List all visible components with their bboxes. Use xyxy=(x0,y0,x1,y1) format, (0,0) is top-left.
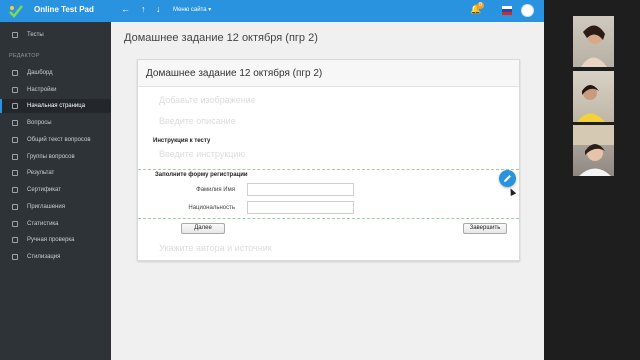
site-menu-label: Меню сайта xyxy=(173,7,207,13)
result-icon xyxy=(12,170,18,176)
questions-icon xyxy=(12,120,18,126)
app-window: Online Test Pad ← ↑ ↓ Меню сайта ▾ 🔔 8 Т… xyxy=(0,0,544,360)
participant-figure xyxy=(577,85,605,122)
sidebar-item-label: Результат xyxy=(27,170,55,176)
stats-icon xyxy=(12,221,18,227)
down-arrow-icon[interactable]: ↓ xyxy=(156,4,161,14)
tests-icon xyxy=(12,32,18,38)
sidebar-item-label: Сертификат xyxy=(27,187,61,193)
brand-name[interactable]: Online Test Pad xyxy=(34,5,94,14)
check-icon xyxy=(12,237,18,243)
card-header: Домашнее задание 12 октября (пгр 2) xyxy=(138,60,519,87)
next-button[interactable]: Далее xyxy=(181,223,225,234)
sidebar-item-label: Начальная страница xyxy=(27,103,86,109)
invite-icon xyxy=(12,204,18,210)
author-placeholder[interactable]: Укажите автора и источник xyxy=(159,243,272,253)
nationality-input[interactable] xyxy=(247,201,354,214)
sidebar-item-start-page[interactable]: Начальная страница xyxy=(0,99,111,113)
video-call-strip xyxy=(544,0,640,360)
sidebar-item-invitations[interactable]: Приглашения xyxy=(0,200,111,214)
sidebar-item-settings[interactable]: Настройки xyxy=(0,83,111,97)
sidebar-item-label: Тесты xyxy=(27,32,44,38)
avatar-icon[interactable] xyxy=(521,4,534,17)
name-input[interactable] xyxy=(247,183,354,196)
add-image-placeholder[interactable]: Добавьте изображение xyxy=(159,95,256,105)
test-start-card: Домашнее задание 12 октября (пгр 2) Доба… xyxy=(137,59,520,261)
sidebar-item-label: Стилизация xyxy=(27,254,61,260)
logo-icon[interactable] xyxy=(8,3,24,19)
finish-button[interactable]: Завершить xyxy=(463,223,507,234)
sidebar-item-dashboard[interactable]: Дашборд xyxy=(0,66,111,80)
sidebar-item-tests[interactable]: Тесты xyxy=(0,28,111,42)
sidebar-item-label: Дашборд xyxy=(27,70,53,76)
sidebar-item-label: Группы вопросов xyxy=(27,154,75,160)
description-placeholder[interactable]: Введите описание xyxy=(159,116,236,126)
card-title[interactable]: Домашнее задание 12 октября (пгр 2) xyxy=(146,68,322,79)
instruction-label: Инструкция к тесту xyxy=(153,138,211,144)
pencil-icon xyxy=(504,175,511,182)
sidebar-item-label: Ручная проверка xyxy=(27,237,75,243)
sidebar-item-label: Настройки xyxy=(27,87,57,93)
sidebar-item-styling[interactable]: Стилизация xyxy=(0,250,111,264)
sidebar-item-label: Вопросы xyxy=(27,120,52,126)
text-icon xyxy=(12,137,18,143)
sidebar-section-title: РЕДАКТОР xyxy=(9,53,40,59)
sidebar-item-statistics[interactable]: Статистика xyxy=(0,217,111,231)
back-arrow-icon[interactable]: ← xyxy=(121,4,130,14)
edit-button[interactable] xyxy=(499,170,516,187)
participant-video-tile[interactable] xyxy=(573,71,614,122)
groups-icon xyxy=(12,154,18,160)
sidebar-item-certificate[interactable]: Сертификат xyxy=(0,183,111,197)
sidebar-item-manual-check[interactable]: Ручная проверка xyxy=(0,233,111,247)
certificate-icon xyxy=(12,187,18,193)
participant-figure xyxy=(581,25,607,67)
sidebar-item-result[interactable]: Результат xyxy=(0,166,111,180)
field-label: Фамилия Имя xyxy=(196,187,235,193)
sidebar-item-label: Общий текст вопросов xyxy=(27,137,91,143)
field-label: Национальность xyxy=(188,205,235,211)
sidebar-item-label: Статистика xyxy=(27,221,59,227)
style-icon xyxy=(12,254,18,260)
registration-label: Заполните форму регистрации xyxy=(155,172,248,178)
participant-video-tile[interactable] xyxy=(573,16,614,67)
flag-icon[interactable] xyxy=(502,6,512,15)
page-title: Домашнее задание 12 октября (пгр 2) xyxy=(124,32,318,44)
participant-figure xyxy=(573,125,614,176)
registration-form[interactable]: Заполните форму регистрации Фамилия Имя … xyxy=(138,169,519,219)
participant-video-tile[interactable] xyxy=(573,125,614,176)
notification-badge: 8 xyxy=(477,2,484,9)
sidebar-item-common-text[interactable]: Общий текст вопросов xyxy=(0,133,111,147)
sidebar: Тесты РЕДАКТОР Дашборд Настройки Начальн… xyxy=(0,22,111,360)
dropdown-caret-icon: ▾ xyxy=(208,7,212,13)
sidebar-item-question-groups[interactable]: Группы вопросов xyxy=(0,150,111,164)
top-bar: Online Test Pad ← ↑ ↓ Меню сайта ▾ 🔔 8 xyxy=(0,0,544,22)
page-icon xyxy=(12,103,18,109)
sidebar-item-questions[interactable]: Вопросы xyxy=(0,116,111,130)
up-arrow-icon[interactable]: ↑ xyxy=(141,4,146,14)
sidebar-item-label: Приглашения xyxy=(27,204,65,210)
instruction-placeholder[interactable]: Введите инструкцию xyxy=(159,149,245,159)
settings-icon xyxy=(12,87,18,93)
site-menu-dropdown[interactable]: Меню сайта ▾ xyxy=(173,6,211,13)
dashboard-icon xyxy=(12,70,18,76)
